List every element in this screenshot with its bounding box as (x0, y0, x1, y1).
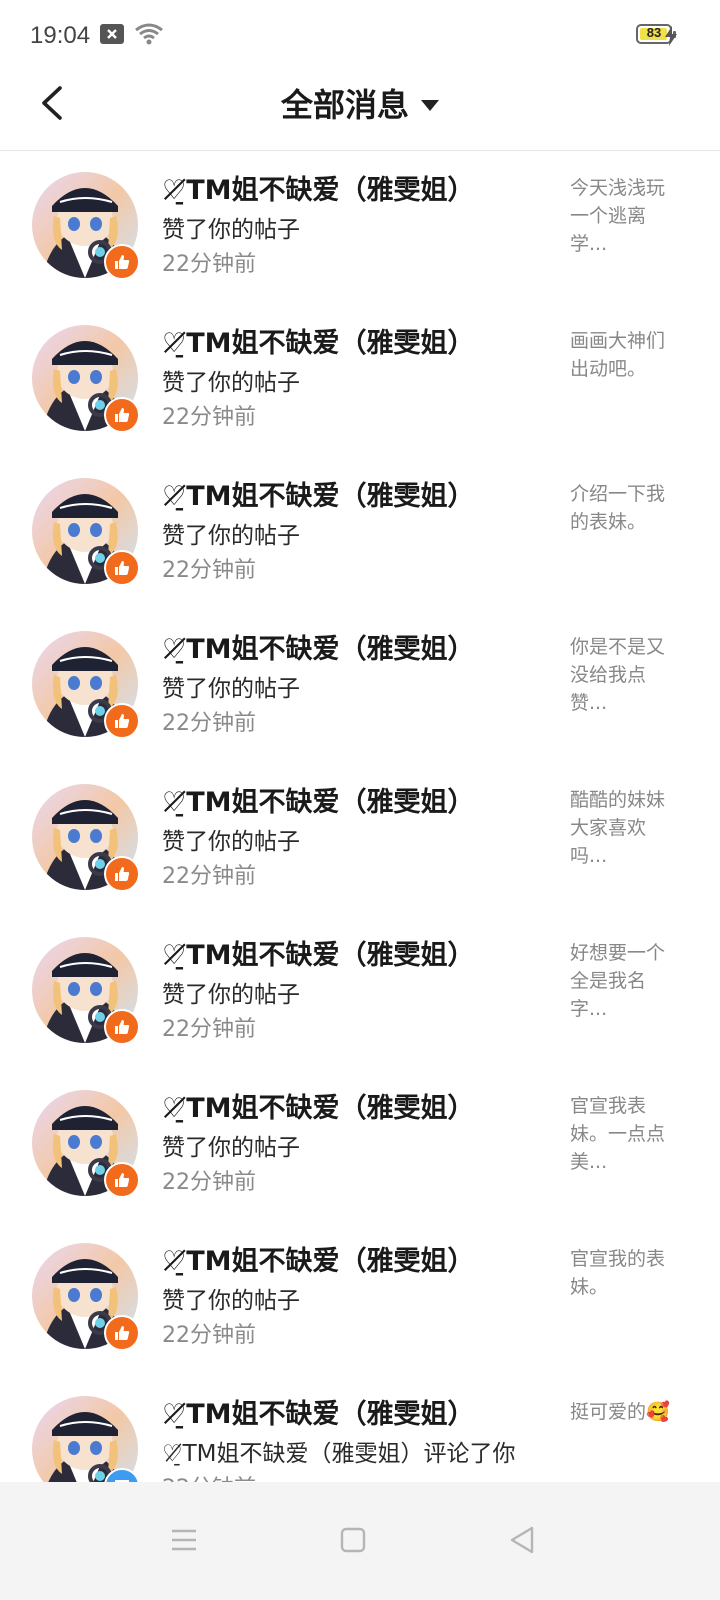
like-icon (104, 1162, 140, 1198)
like-icon (104, 703, 140, 739)
system-nav-bar (0, 1482, 720, 1600)
message-list[interactable]: ♡̸̠TM姐不缺爱（雅雯姐） 赞了你的帖子 22分钟前 今天浅浅玩一个逃离学... ♡… (0, 150, 720, 1482)
message-time: 22分钟前 (162, 864, 256, 889)
message-time: 22分钟前 (162, 1470, 256, 1482)
message-item[interactable]: ♡̸̠TM姐不缺爱（雅雯姐） 赞了你的帖子 22分钟前 好想要一个全是我名字... (0, 915, 720, 1068)
status-bar: 19:04 83 (0, 0, 720, 72)
message-action: 赞了你的帖子 (162, 217, 300, 243)
post-preview[interactable]: 今天浅浅玩一个逃离学... (570, 174, 678, 258)
message-item[interactable]: ♡̸̠TM姐不缺爱（雅雯姐） 赞了你的帖子 22分钟前 官宣我表妹。一点点美... (0, 1068, 720, 1221)
home-icon (340, 1527, 366, 1553)
message-item[interactable]: ♡̸̠TM姐不缺爱（雅雯姐） 赞了你的帖子 22分钟前 官宣我的表妹。 (0, 1221, 720, 1374)
post-preview[interactable]: 介绍一下我的表妹。 (570, 480, 678, 536)
status-time: 19:04 (30, 22, 91, 49)
message-item[interactable]: ♡̸̠TM姐不缺爱（雅雯姐） 赞了你的帖子 22分钟前 你是不是又没给我点赞... (0, 609, 720, 762)
like-icon (104, 856, 140, 892)
caret-down-icon (421, 99, 439, 111)
message-action: 赞了你的帖子 (162, 370, 300, 396)
message-action: ♡̸̠TM姐不缺爱（雅雯姐）评论了你 (162, 1441, 516, 1467)
message-time: 22分钟前 (162, 1323, 256, 1348)
like-icon (104, 550, 140, 586)
post-preview[interactable]: 你是不是又没给我点赞... (570, 633, 678, 717)
sender-name[interactable]: ♡̸̠TM姐不缺爱（雅雯姐） (162, 1239, 475, 1278)
sender-name[interactable]: ♡̸̠TM姐不缺爱（雅雯姐） (162, 627, 475, 666)
like-icon (104, 1315, 140, 1351)
page-header: 全部消息 (0, 72, 720, 151)
message-time: 22分钟前 (162, 711, 256, 736)
nav-back-button[interactable] (502, 1520, 542, 1560)
message-item[interactable]: ♡̸̠TM姐不缺爱（雅雯姐） ♡̸̠TM姐不缺爱（雅雯姐）评论了你 22分钟前 挺可爱… (0, 1374, 720, 1482)
menu-button[interactable] (164, 1520, 204, 1560)
message-item[interactable]: ♡̸̠TM姐不缺爱（雅雯姐） 赞了你的帖子 22分钟前 酷酷的妹妹大家喜欢吗... (0, 762, 720, 915)
message-action: 赞了你的帖子 (162, 829, 300, 855)
sender-name[interactable]: ♡̸̠TM姐不缺爱（雅雯姐） (162, 1086, 475, 1125)
post-preview[interactable]: 好想要一个全是我名字... (570, 939, 678, 1023)
sender-name[interactable]: ♡̸̠TM姐不缺爱（雅雯姐） (162, 1392, 475, 1431)
notification-icon (100, 24, 124, 48)
message-item[interactable]: ♡̸̠TM姐不缺爱（雅雯姐） 赞了你的帖子 22分钟前 今天浅浅玩一个逃离学... (0, 150, 720, 303)
charging-icon (664, 26, 678, 50)
message-time: 22分钟前 (162, 558, 256, 583)
message-action: 赞了你的帖子 (162, 982, 300, 1008)
like-icon (104, 244, 140, 280)
message-item[interactable]: ♡̸̠TM姐不缺爱（雅雯姐） 赞了你的帖子 22分钟前 画画大神们出动吧。 (0, 303, 720, 456)
message-action: 赞了你的帖子 (162, 1288, 300, 1314)
wifi-icon (134, 22, 164, 50)
like-icon (104, 397, 140, 433)
post-preview[interactable]: 挺可爱的🥰 (570, 1398, 678, 1426)
page-title: 全部消息 (280, 86, 409, 124)
sender-name[interactable]: ♡̸̠TM姐不缺爱（雅雯姐） (162, 168, 475, 207)
home-button[interactable] (333, 1520, 373, 1560)
message-action: 赞了你的帖子 (162, 1135, 300, 1161)
message-time: 22分钟前 (162, 405, 256, 430)
message-time: 22分钟前 (162, 1017, 256, 1042)
post-preview[interactable]: 官宣我的表妹。 (570, 1245, 678, 1301)
post-preview[interactable]: 官宣我表妹。一点点美... (570, 1092, 678, 1176)
message-time: 22分钟前 (162, 252, 256, 277)
sender-name[interactable]: ♡̸̠TM姐不缺爱（雅雯姐） (162, 321, 475, 360)
sender-name[interactable]: ♡̸̠TM姐不缺爱（雅雯姐） (162, 474, 475, 513)
title-dropdown[interactable]: 全部消息 (0, 80, 720, 126)
message-action: 赞了你的帖子 (162, 676, 300, 702)
message-item[interactable]: ♡̸̠TM姐不缺爱（雅雯姐） 赞了你的帖子 22分钟前 介绍一下我的表妹。 (0, 456, 720, 609)
post-preview[interactable]: 酷酷的妹妹大家喜欢吗... (570, 786, 678, 870)
post-preview[interactable]: 画画大神们出动吧。 (570, 327, 678, 383)
sender-name[interactable]: ♡̸̠TM姐不缺爱（雅雯姐） (162, 780, 475, 819)
sender-name[interactable]: ♡̸̠TM姐不缺爱（雅雯姐） (162, 933, 475, 972)
like-icon (104, 1009, 140, 1045)
back-triangle-icon (510, 1526, 534, 1554)
menu-icon (172, 1529, 196, 1551)
message-action: 赞了你的帖子 (162, 523, 300, 549)
message-time: 22分钟前 (162, 1170, 256, 1195)
